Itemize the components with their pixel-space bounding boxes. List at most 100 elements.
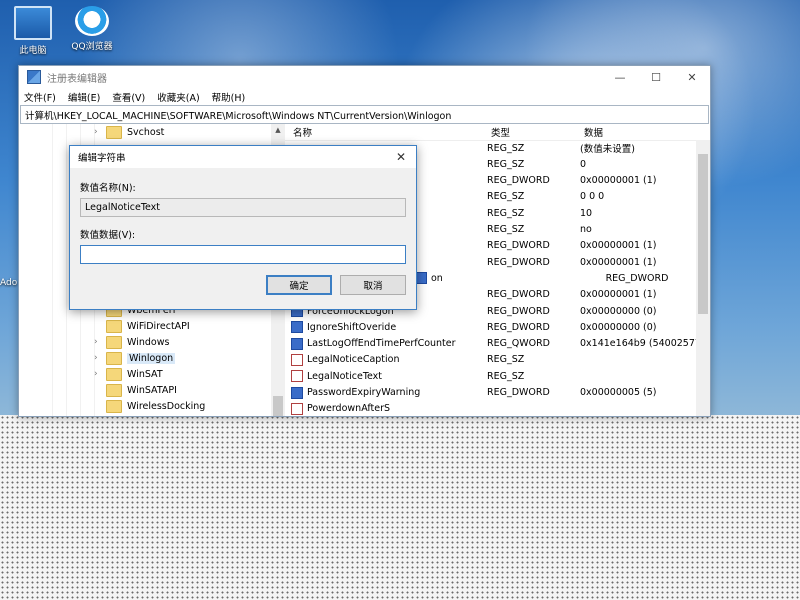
desktop-icon-label: 此电脑 bbox=[19, 46, 47, 56]
string-value-icon bbox=[291, 402, 303, 415]
tree-item-wirelessdocking[interactable]: WirelessDocking bbox=[94, 398, 205, 414]
value-name-text: LegalNoticeCaption bbox=[307, 354, 400, 366]
value-name-text: LastLogOffEndTimePerfCounter bbox=[307, 338, 456, 350]
desktop-icon-qq-browser[interactable]: QQ浏览器 bbox=[62, 6, 122, 52]
window-title: 注册表编辑器 bbox=[47, 73, 107, 85]
list-scrollbar-thumb[interactable] bbox=[698, 154, 708, 314]
binary-value-icon bbox=[291, 337, 303, 350]
chevron-right-icon[interactable]: › bbox=[94, 127, 106, 137]
value-type-cell: REG_QWORD bbox=[487, 338, 550, 350]
close-button[interactable]: ✕ bbox=[674, 66, 710, 88]
chevron-right-icon[interactable]: › bbox=[94, 337, 106, 347]
value-name-text: PowerdownAfterS bbox=[307, 403, 391, 415]
menu-help[interactable]: 帮助(H) bbox=[212, 90, 246, 104]
value-row[interactable]: PowerdownAfterS bbox=[285, 401, 696, 416]
chevron-right-icon[interactable]: › bbox=[94, 369, 106, 379]
dialog-close-icon[interactable]: ✕ bbox=[386, 150, 416, 164]
desktop-icon-fragment: Ado bbox=[0, 278, 18, 288]
desktop-icon-label: QQ浏览器 bbox=[71, 42, 113, 52]
title-bar[interactable]: 注册表编辑器 — ☐ ✕ bbox=[19, 66, 710, 88]
menu-view[interactable]: 查看(V) bbox=[112, 90, 145, 104]
value-name-field: LegalNoticeText bbox=[80, 198, 406, 217]
value-type-cell: REG_DWORD bbox=[487, 240, 550, 252]
value-name-text: PasswordExpiryWarning bbox=[307, 387, 421, 398]
scroll-up-arrow-icon[interactable]: ▲ bbox=[271, 124, 285, 136]
maximize-button[interactable]: ☐ bbox=[638, 66, 674, 88]
value-row[interactable]: LegalNoticeCaption REG_SZ bbox=[285, 352, 696, 368]
value-data-cell: 0x00000001 (1) bbox=[580, 256, 657, 268]
minimize-button[interactable]: — bbox=[602, 66, 638, 88]
binary-value-icon bbox=[291, 386, 303, 399]
value-data-cell: 0x00000000 (0) bbox=[580, 305, 657, 317]
column-header-type[interactable]: 类型 bbox=[483, 125, 576, 139]
value-type-cell: REG_DWORD bbox=[605, 272, 669, 284]
value-type-cell: REG_SZ bbox=[487, 191, 525, 203]
value-name-text: IgnoreShiftOveride bbox=[307, 321, 397, 333]
value-row[interactable]: PasswordExpiryWarning REG_DWORD 0x00000005… bbox=[285, 385, 696, 401]
value-data-cell: 0x00000001 (1) bbox=[580, 240, 657, 252]
tree-item-windows[interactable]: › Windows bbox=[94, 334, 169, 350]
tree-item-winlogon[interactable]: › Winlogon bbox=[94, 350, 176, 366]
tree-item-label: Svchost bbox=[127, 126, 165, 138]
chevron-right-icon[interactable]: › bbox=[94, 353, 106, 363]
value-data-cell: 10 bbox=[580, 207, 593, 219]
dialog-title: 编辑字符串 bbox=[78, 153, 126, 164]
dialog-title-bar[interactable]: 编辑字符串 ✕ bbox=[70, 146, 416, 168]
dialog-body: 数值名称(N): LegalNoticeText 数值数据(V): 确定 取消 bbox=[70, 168, 416, 309]
column-header-name[interactable]: 名称 bbox=[285, 125, 483, 139]
value-name-cell: LegalNoticeCaption bbox=[285, 353, 487, 366]
tree-item-label: Winlogon bbox=[127, 352, 176, 364]
tree-item-svchost[interactable]: › Svchost bbox=[94, 124, 164, 140]
menu-bar: 文件(F) 编辑(E) 查看(V) 收藏夹(A) 帮助(H) bbox=[19, 88, 710, 105]
tree-item-label: WinSAT bbox=[127, 368, 163, 380]
value-data-cell: 0 bbox=[580, 158, 587, 170]
value-data-input[interactable] bbox=[80, 245, 406, 264]
value-name-cell: PowerdownAfterS bbox=[285, 402, 487, 415]
tree-item-label: WiFiDirectAPI bbox=[127, 320, 190, 332]
ok-button[interactable]: 确定 bbox=[266, 275, 332, 295]
folder-icon bbox=[106, 399, 122, 413]
address-bar[interactable]: 计算机\HKEY_LOCAL_MACHINE\SOFTWARE\Microsof… bbox=[20, 105, 709, 124]
value-type-cell: REG_DWORD bbox=[487, 175, 550, 187]
value-data-cell: 0 0 0 bbox=[580, 191, 605, 203]
folder-icon bbox=[106, 335, 122, 349]
value-type-cell: REG_SZ bbox=[487, 158, 525, 170]
string-value-icon bbox=[291, 353, 303, 366]
menu-edit[interactable]: 编辑(E) bbox=[68, 90, 100, 104]
list-header: 名称 类型 数据 bbox=[285, 124, 710, 141]
value-type-cell: REG_DWORD bbox=[487, 256, 550, 268]
value-data-cell: 0x00000001 (1) bbox=[580, 289, 657, 301]
tree-item-winsatapi[interactable]: WinSATAPI bbox=[94, 382, 177, 398]
value-data-cell: 0x141e164b9 (540025772 bbox=[580, 338, 696, 350]
value-row[interactable]: LastLogOffEndTimePerfCounter REG_QWORD 0x1… bbox=[285, 336, 696, 352]
value-type-cell: REG_SZ bbox=[487, 370, 525, 382]
tree-item-label: WinSATAPI bbox=[127, 384, 177, 396]
edit-string-dialog: 编辑字符串 ✕ 数值名称(N): LegalNoticeText 数值数据(V)… bbox=[69, 145, 417, 310]
tree-item-wifidirectapi[interactable]: WiFiDirectAPI bbox=[94, 318, 190, 334]
binary-value-icon bbox=[291, 321, 303, 334]
value-data-cell: no bbox=[580, 224, 592, 235]
menu-file[interactable]: 文件(F) bbox=[24, 90, 56, 104]
value-name-cell: LastLogOffEndTimePerfCounter bbox=[285, 337, 487, 350]
value-type-cell: REG_SZ bbox=[487, 142, 525, 154]
value-data-cell: 0x00000005 (5) bbox=[580, 387, 657, 398]
tree-item-winsat[interactable]: › WinSAT bbox=[94, 366, 163, 382]
string-value-icon bbox=[291, 370, 303, 383]
value-name-cell: IgnoreShiftOveride bbox=[285, 321, 487, 334]
value-data-cell: 0x00000001 (1) bbox=[580, 175, 657, 187]
folder-icon bbox=[106, 383, 122, 397]
value-name-cell: LegalNoticeText bbox=[285, 370, 487, 383]
value-row[interactable]: LegalNoticeText REG_SZ bbox=[285, 368, 696, 384]
value-type-cell: REG_SZ bbox=[487, 207, 525, 219]
menu-favorites[interactable]: 收藏夹(A) bbox=[157, 90, 199, 104]
computer-icon bbox=[14, 6, 52, 40]
tree-item-label: WirelessDocking bbox=[127, 400, 206, 412]
cancel-button[interactable]: 取消 bbox=[340, 275, 406, 295]
column-header-data[interactable]: 数据 bbox=[576, 125, 603, 139]
tree-scrollbar-thumb[interactable] bbox=[273, 396, 283, 416]
list-scrollbar[interactable] bbox=[696, 140, 710, 416]
desktop-icon-this-pc[interactable]: 此电脑 bbox=[3, 6, 63, 56]
value-data-cell: 0x00000000 (0) bbox=[580, 321, 657, 333]
tree-item-label: Windows bbox=[127, 336, 170, 348]
value-row[interactable]: IgnoreShiftOveride REG_DWORD 0x00000000 (0… bbox=[285, 319, 696, 335]
